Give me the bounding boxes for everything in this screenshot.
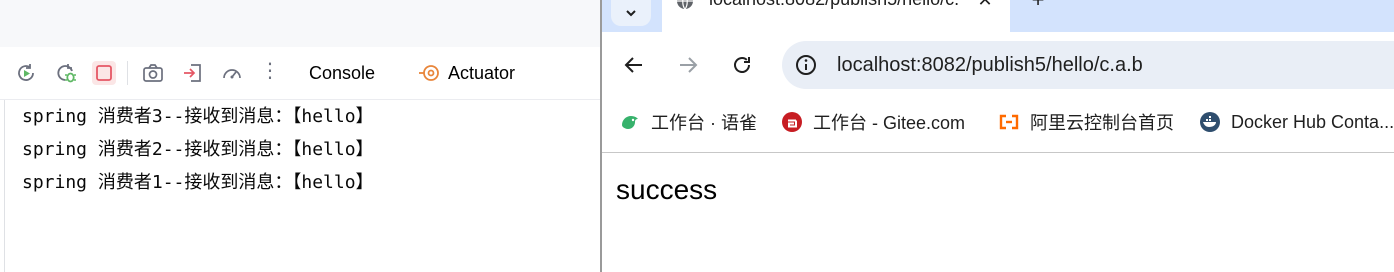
sign-in-icon [184, 64, 201, 82]
arrow-right-icon [680, 57, 698, 73]
tab-title: localhost:8082/publish5/hello/c.a.b [709, 0, 959, 12]
forward-button[interactable] [675, 52, 701, 78]
profiler-button[interactable] [220, 61, 244, 85]
screenshot-button[interactable] [141, 61, 165, 85]
reload-button[interactable] [729, 52, 755, 78]
globe-icon [677, 0, 693, 10]
debug-rerun-button[interactable] [54, 61, 78, 85]
bookmark-aliyun[interactable]: 阿里云控制台首页 [998, 108, 1174, 136]
site-info-icon[interactable] [794, 53, 818, 77]
tab-console[interactable]: Console [309, 60, 375, 86]
more-options-button[interactable]: ⋮ [260, 60, 280, 86]
tab-actuator[interactable]: Actuator [418, 60, 515, 86]
more-vertical-icon: ⋮ [260, 60, 280, 82]
tab-console-label: Console [309, 63, 376, 83]
bookmark-gitee[interactable]: 工作台 - Gitee.com [781, 108, 965, 136]
reload-icon [734, 57, 750, 73]
address-url: localhost:8082/publish5/hello/c.a.b [837, 54, 1143, 76]
yuque-icon [622, 116, 638, 129]
bookmark-label: Docker Hub Conta... [1231, 111, 1394, 132]
page-body-text: success [616, 174, 718, 205]
ide-run-panel: ⋮ Console Actuator spring 消费者3--接收到消息：【h… [0, 0, 600, 272]
bookmark-docker[interactable]: Docker Hub Conta... [1199, 108, 1394, 136]
back-button[interactable] [621, 52, 647, 78]
stop-icon [96, 65, 112, 81]
close-icon: ✕ [977, 0, 993, 10]
arrow-left-icon [624, 57, 642, 73]
console-output: spring 消费者3--接收到消息：【hello】 spring 消费者2--… [22, 104, 374, 203]
plus-icon: + [1032, 0, 1045, 12]
rerun-icon [18, 64, 34, 81]
debug-rerun-icon [57, 64, 76, 83]
speedometer-icon [223, 69, 241, 79]
docker-icon [1200, 112, 1220, 132]
aliyun-icon [999, 114, 1019, 130]
ide-header-area [0, 0, 600, 47]
console-line: spring 消费者2--接收到消息：【hello】 [22, 139, 374, 160]
stop-button[interactable] [92, 61, 116, 85]
bookmark-label: 工作台 · 语雀 [651, 113, 757, 133]
gitee-icon [782, 112, 802, 132]
camera-icon [143, 64, 163, 82]
tab-close-button[interactable]: ✕ [975, 0, 995, 10]
tab-search-button[interactable] [611, 0, 651, 26]
tab-actuator-label: Actuator [448, 62, 516, 83]
toolbar-separator [127, 61, 128, 85]
bookmark-yuque[interactable]: 工作台 · 语雀 [619, 108, 757, 136]
actuator-icon [419, 65, 439, 81]
console-line: spring 消费者3--接收到消息：【hello】 [22, 106, 374, 127]
new-tab-button[interactable]: + [1028, 0, 1048, 12]
console-line: spring 消费者1--接收到消息：【hello】 [22, 172, 374, 193]
bookmark-label: 阿里云控制台首页 [1030, 113, 1174, 133]
bookmark-label: 工作台 - Gitee.com [813, 113, 966, 133]
restore-layout-button[interactable] [181, 61, 205, 85]
rerun-button[interactable] [14, 61, 38, 85]
chevron-down-icon [626, 10, 636, 17]
